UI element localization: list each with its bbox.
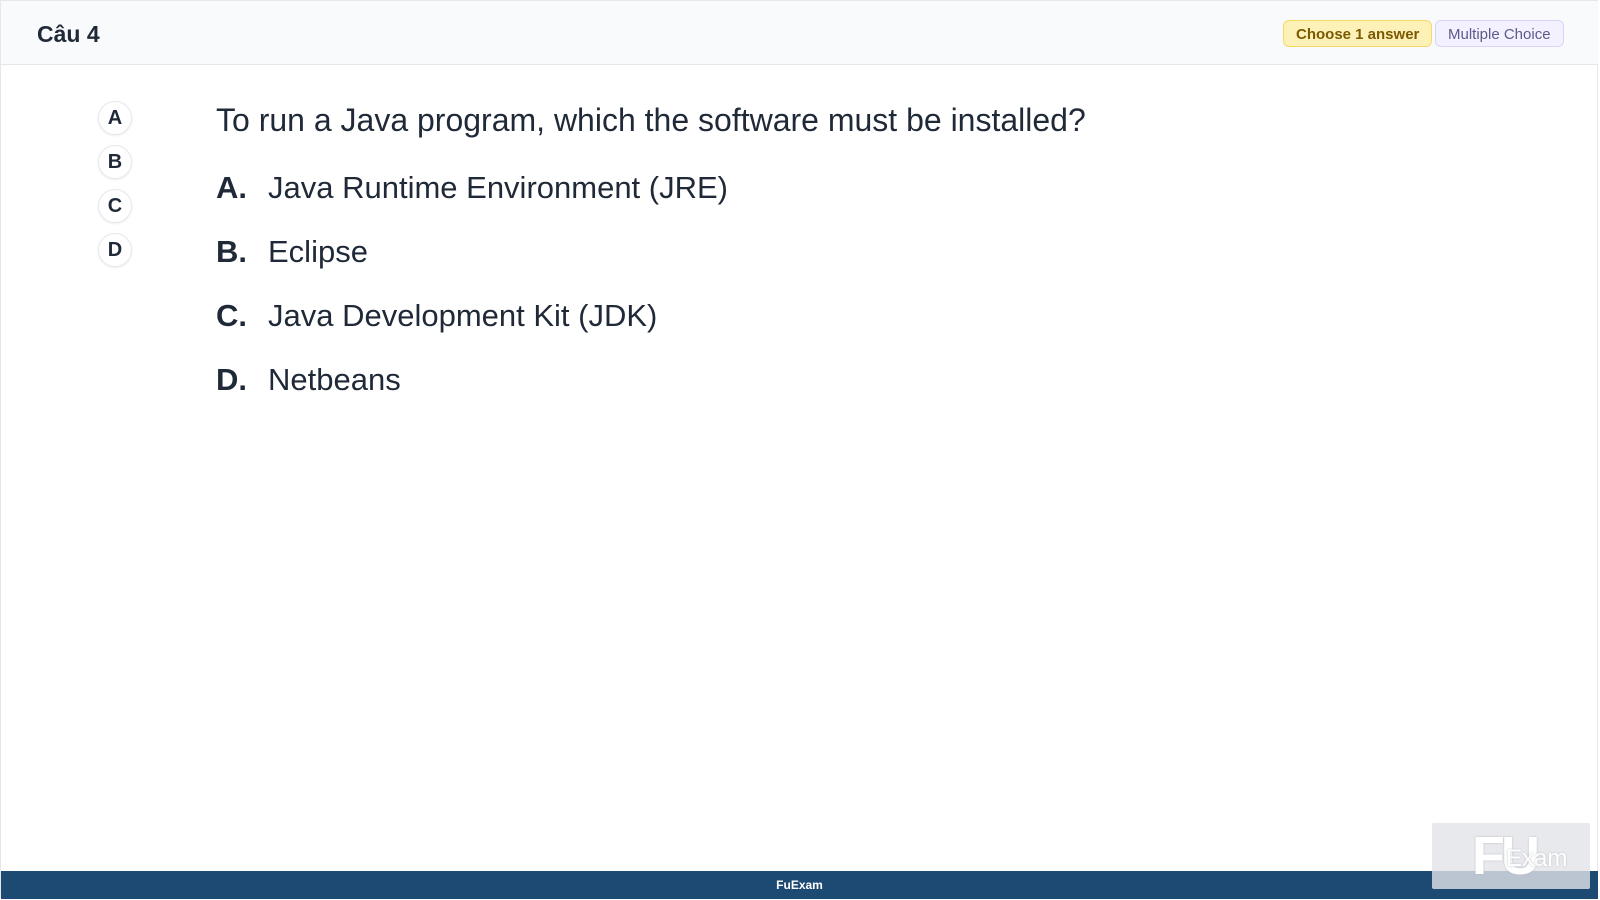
answer-c: C. Java Development Kit (JDK): [216, 298, 657, 334]
answer-text: Eclipse: [268, 234, 368, 269]
option-button-d[interactable]: D: [98, 233, 132, 267]
question-type-badge: Multiple Choice: [1435, 20, 1564, 47]
logo-exam-text: Exam: [1506, 845, 1568, 872]
choose-count-badge: Choose 1 answer: [1283, 20, 1433, 47]
question-text: To run a Java program, which the softwar…: [216, 102, 1086, 138]
question-number: Câu 4: [37, 21, 100, 47]
fuexam-logo-watermark: FU Exam: [1432, 823, 1590, 889]
answer-b: B. Eclipse: [216, 234, 368, 270]
option-button-c[interactable]: C: [98, 189, 132, 223]
option-button-a[interactable]: A: [98, 101, 132, 135]
answer-text: Java Runtime Environment (JRE): [268, 170, 728, 205]
footer-brand: FuExam: [776, 878, 823, 892]
question-header: Câu 4 Choose 1 answer Multiple Choice: [1, 1, 1598, 65]
answer-d: D. Netbeans: [216, 362, 401, 398]
answer-text: Java Development Kit (JDK): [268, 298, 658, 333]
option-button-b[interactable]: B: [98, 145, 132, 179]
answer-letter: A.: [216, 170, 247, 205]
answer-a: A. Java Runtime Environment (JRE): [216, 170, 728, 206]
footer-bar: FuExam: [1, 871, 1598, 899]
answer-letter: C.: [216, 298, 247, 333]
answer-letter: B.: [216, 234, 247, 269]
answer-text: Netbeans: [268, 362, 401, 397]
answer-letter: D.: [216, 362, 247, 397]
